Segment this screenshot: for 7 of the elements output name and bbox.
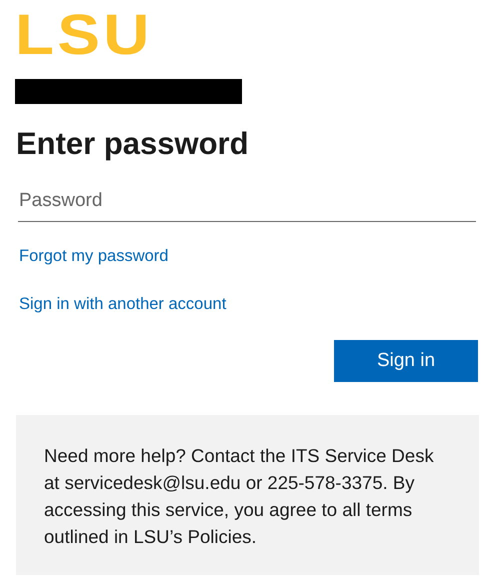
link[interactable]: Forgot my password — [19, 246, 168, 266]
page-heading: Enter password — [16, 125, 249, 163]
help-text: Need more help? Contact the ITS Service Desk at servicedesk@lsu.edu or 225-578-3375. By accessing this service, you agree to all terms outlined in LSU’s Policies. — [44, 444, 435, 549]
logo: LSU — [15, 6, 153, 64]
sign-in-button[interactable]: Sign in — [334, 340, 478, 382]
password-field[interactable]: Password — [18, 180, 476, 222]
link[interactable]: Sign in with another account — [19, 294, 226, 314]
